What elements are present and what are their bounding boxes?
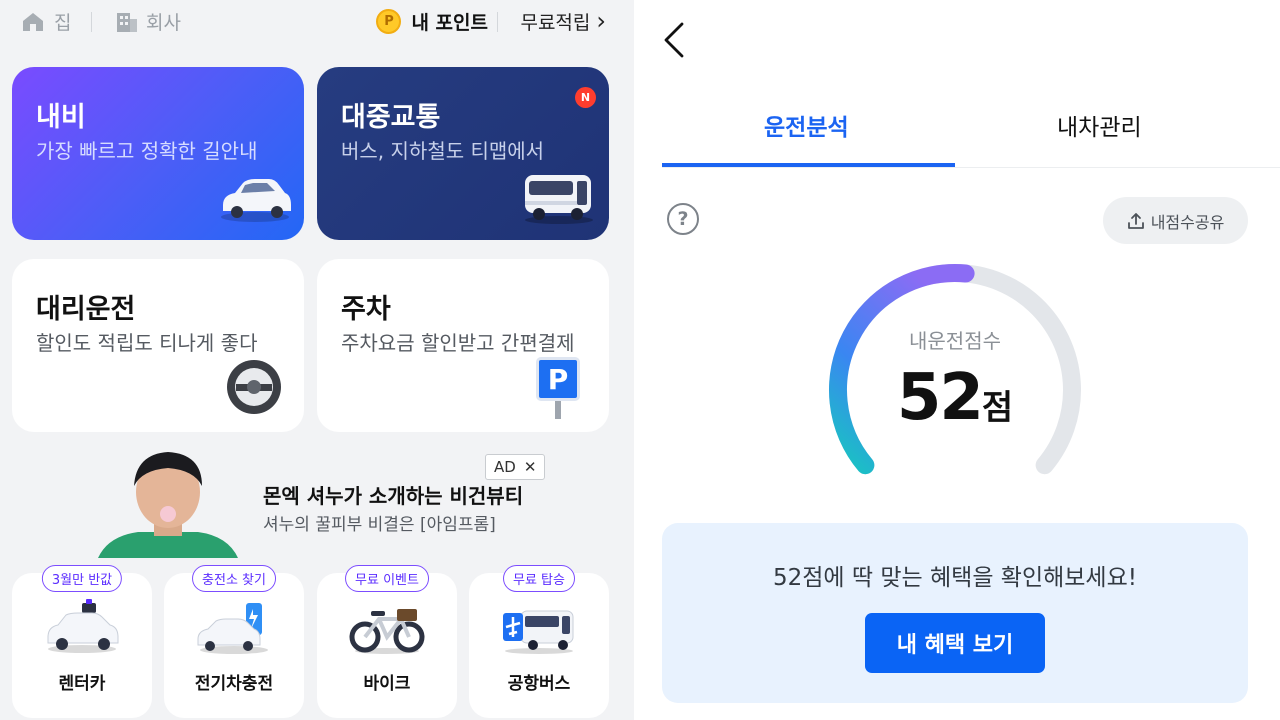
home-label: 집 [54, 12, 72, 34]
card-title: 주차 [341, 294, 391, 325]
free-earn-label: 무료적립 [520, 12, 591, 34]
tab-divider [662, 167, 1280, 168]
driving-analysis-panel: 운전분석 내차관리 ? 내점수공유 내운전점수 52점 52점에 딱 맞는 혜택… [634, 0, 1280, 720]
ad-subtitle: 셔누의 꿀피부 비결은 [아임프롬] [263, 515, 496, 535]
service-pill: 무료 탑승 [503, 565, 575, 592]
ad-banner[interactable]: 몬엑 셔누가 소개하는 비건뷰티 셔누의 꿀피부 비결은 [아임프롬] AD ✕ [0, 448, 634, 558]
card-subtitle: 버스, 지하철도 티맵에서 [341, 139, 545, 163]
bus-icon [525, 175, 593, 224]
benefit-box: 52점에 딱 맞는 혜택을 확인해보세요! 내 혜택 보기 [662, 523, 1248, 703]
share-score-button[interactable]: 내점수공유 [1103, 197, 1248, 244]
share-icon [1127, 212, 1144, 229]
free-earn-link[interactable]: 무료적립 › [520, 8, 606, 35]
my-points-label: 내 포인트 [411, 12, 488, 34]
parking-card[interactable]: 주차 주차요금 할인받고 간편결제 P [317, 259, 609, 432]
ad-label: AD ✕ [485, 454, 546, 480]
parking-sign-icon: P [536, 357, 580, 419]
card-subtitle: 주차요금 할인받고 간편결제 [341, 331, 575, 355]
transit-card[interactable]: 대중교통 버스, 지하철도 티맵에서 N [317, 67, 609, 240]
airport-bus-icon [503, 610, 574, 654]
my-benefits-button[interactable]: 내 혜택 보기 [865, 613, 1045, 673]
home-icon [23, 12, 43, 31]
service-airport-bus[interactable]: 무료 탑승 공항버스 [469, 565, 609, 718]
card-subtitle: 할인도 적립도 티나게 좋다 [36, 331, 258, 355]
new-badge: N [575, 87, 596, 108]
divider [497, 12, 498, 32]
close-icon[interactable]: ✕ [524, 458, 537, 476]
home-panel: 집 회사 P 내 포인트 무료적립 › 내비 가장 빠르고 정확한 길안내 대중… [0, 0, 634, 720]
service-bike[interactable]: 무료 이벤트 바이크 [317, 565, 457, 718]
steering-wheel-icon [227, 360, 281, 414]
rental-car-icon [47, 599, 119, 653]
benefit-text: 52점에 딱 맞는 혜택을 확인해보세요! [773, 565, 1137, 591]
home-shortcut[interactable]: 집 [22, 8, 71, 35]
service-label: 공항버스 [507, 674, 571, 694]
ad-model-image [98, 452, 238, 558]
ad-title: 몬엑 셔누가 소개하는 비건뷰티 [263, 484, 524, 508]
service-ev-charging[interactable]: 충전소 찾기 전기차충전 [164, 565, 304, 718]
car-icon [221, 179, 291, 222]
chevron-right-icon: › [596, 7, 606, 35]
score-value: 52점 [818, 361, 1092, 435]
back-arrow-icon[interactable] [660, 20, 690, 60]
card-title: 대리운전 [36, 294, 136, 325]
top-bar: 집 회사 P 내 포인트 무료적립 › [0, 0, 634, 44]
work-shortcut[interactable]: 회사 [116, 8, 181, 35]
service-pill: 3월만 반값 [41, 565, 123, 592]
divider [91, 12, 92, 32]
parking-sign-board: P [536, 357, 580, 401]
designated-driver-card[interactable]: 대리운전 할인도 적립도 티나게 좋다 [12, 259, 304, 432]
service-pill: 충전소 찾기 [192, 565, 276, 592]
card-title: 내비 [36, 102, 86, 133]
driving-score-gauge: 내운전점수 52점 [818, 253, 1092, 503]
ad-badge-text: AD [494, 458, 516, 476]
service-rental-car[interactable]: 3월만 반값 렌터카 [12, 565, 152, 718]
work-label: 회사 [146, 12, 181, 34]
service-label: 바이크 [363, 674, 411, 694]
score-number: 52 [896, 361, 984, 435]
score-unit: 점 [981, 388, 1014, 428]
service-pill: 무료 이벤트 [345, 565, 429, 592]
help-icon[interactable]: ? [667, 203, 699, 235]
ev-charging-icon [197, 603, 268, 654]
gauge-label: 내운전점수 [909, 329, 1001, 353]
service-label: 전기차충전 [194, 674, 274, 694]
service-label: 렌터카 [58, 674, 106, 694]
building-icon [117, 12, 137, 32]
navigation-card[interactable]: 내비 가장 빠르고 정확한 길안내 [12, 67, 304, 240]
tab-my-car[interactable]: 내차관리 [1057, 108, 1142, 142]
card-title: 대중교통 [341, 102, 441, 133]
share-label: 내점수공유 [1150, 212, 1225, 232]
tab-driving-analysis[interactable]: 운전분석 [764, 108, 849, 142]
point-coin-icon: P [376, 9, 402, 34]
card-subtitle: 가장 빠르고 정확한 길안내 [36, 139, 258, 163]
bike-icon [349, 609, 425, 654]
my-points-button[interactable]: P 내 포인트 [376, 8, 488, 35]
